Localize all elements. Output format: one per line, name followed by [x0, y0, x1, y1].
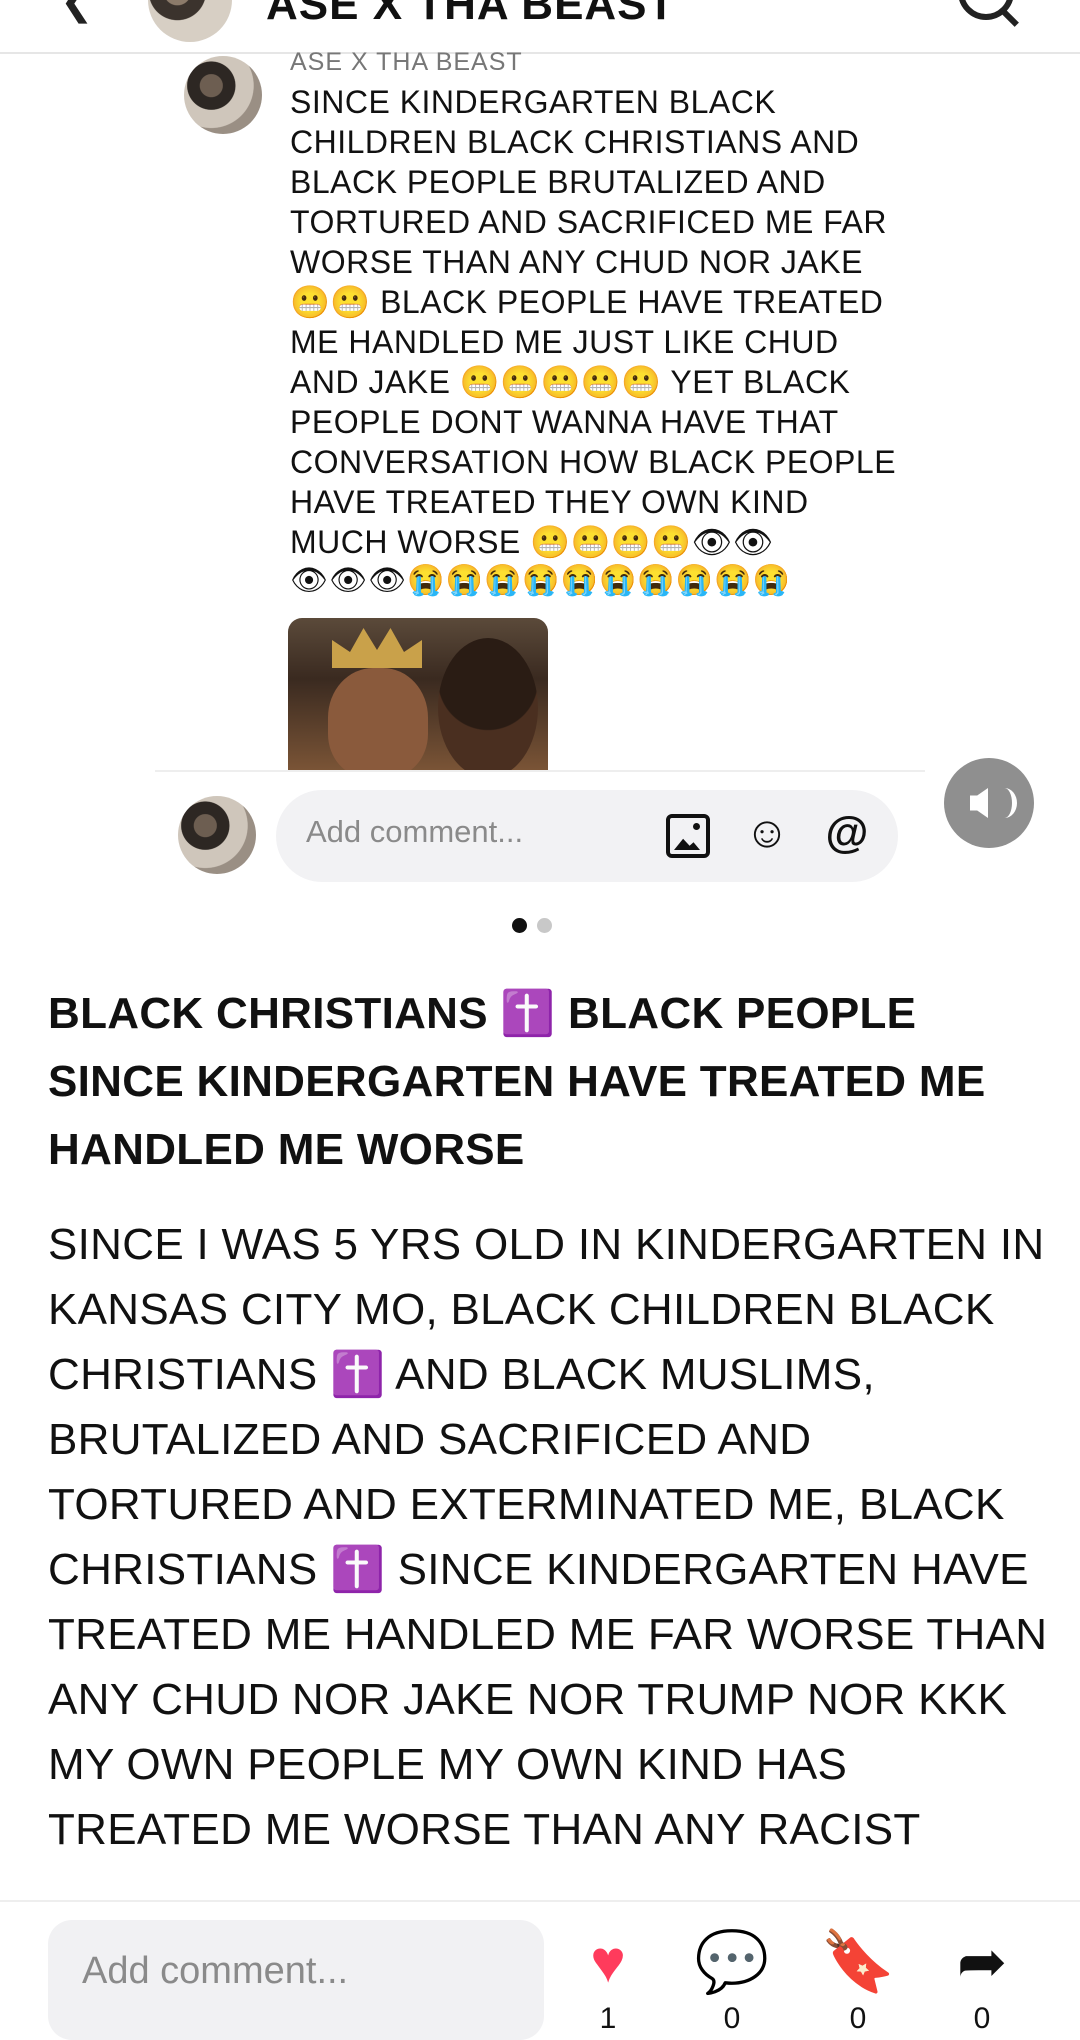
crown-shape	[332, 628, 422, 668]
like-count: 1	[599, 2002, 617, 2035]
heart-icon: ♥	[590, 1928, 626, 1995]
comment-image[interactable]	[288, 618, 548, 770]
comment-author-name[interactable]: ASE X THA BEAST	[290, 48, 523, 77]
share-count: 0	[973, 2002, 991, 2035]
my-avatar	[178, 796, 256, 874]
comment-text: SINCE KINDERGARTEN BLACK CHILDREN BLACK …	[290, 84, 897, 560]
comment-count: 0	[723, 2002, 741, 2035]
carousel-indicator	[512, 918, 562, 938]
mention-icon[interactable]: @	[824, 810, 870, 856]
search-icon[interactable]	[958, 0, 1014, 20]
share-arrow-icon: ➦	[956, 1928, 1008, 1995]
mute-button[interactable]	[944, 758, 1034, 848]
post-body: SINCE I WAS 5 YRS OLD IN KINDERGARTEN IN…	[48, 1220, 1048, 1854]
top-bar: ❮ ASE X THA BEAST	[0, 0, 1080, 54]
speaker-icon	[970, 788, 988, 818]
save-count: 0	[849, 2002, 867, 2035]
post-title: BLACK CHRISTIANS ✝️ BLACK PEOPLE SINCE K…	[48, 989, 986, 1174]
sticker-icon[interactable]: ☺	[744, 810, 790, 856]
bottom-comment-input[interactable]: Add comment...	[48, 1920, 544, 2040]
comment-author-avatar[interactable]	[184, 56, 262, 134]
comment-bubble-icon: 💬	[694, 1928, 770, 1995]
divider	[155, 770, 925, 772]
header-avatar[interactable]	[148, 0, 232, 42]
comment-emoji-line: 👁👁👁😭😭😭😭😭😭😭😭😭😭	[290, 564, 791, 597]
comment-button[interactable]: 💬 0	[692, 1930, 772, 2036]
carousel-dot[interactable]	[537, 918, 552, 933]
header-title[interactable]: ASE X THA BEAST	[266, 0, 675, 30]
like-button[interactable]: ♥ 1	[568, 1930, 648, 2036]
save-button[interactable]: 🔖 0	[818, 1930, 898, 2036]
bookmark-icon: 🔖	[820, 1928, 896, 1995]
sound-wave-icon	[992, 788, 1017, 818]
image-figure	[438, 638, 538, 770]
comment-input[interactable]: Add comment... ☺ @	[276, 790, 898, 882]
image-icon[interactable]	[666, 814, 710, 858]
bottom-comment-placeholder: Add comment...	[82, 1950, 349, 1992]
comment-placeholder: Add comment...	[306, 814, 524, 849]
bottom-bar: Add comment... ♥ 1 💬 0 🔖 0 ➦ 0	[0, 1900, 1080, 2040]
carousel-dot-active[interactable]	[512, 918, 527, 933]
chevron-left-icon[interactable]: ❮	[60, 0, 94, 24]
share-button[interactable]: ➦ 0	[942, 1930, 1022, 2036]
image-figure	[328, 668, 428, 770]
